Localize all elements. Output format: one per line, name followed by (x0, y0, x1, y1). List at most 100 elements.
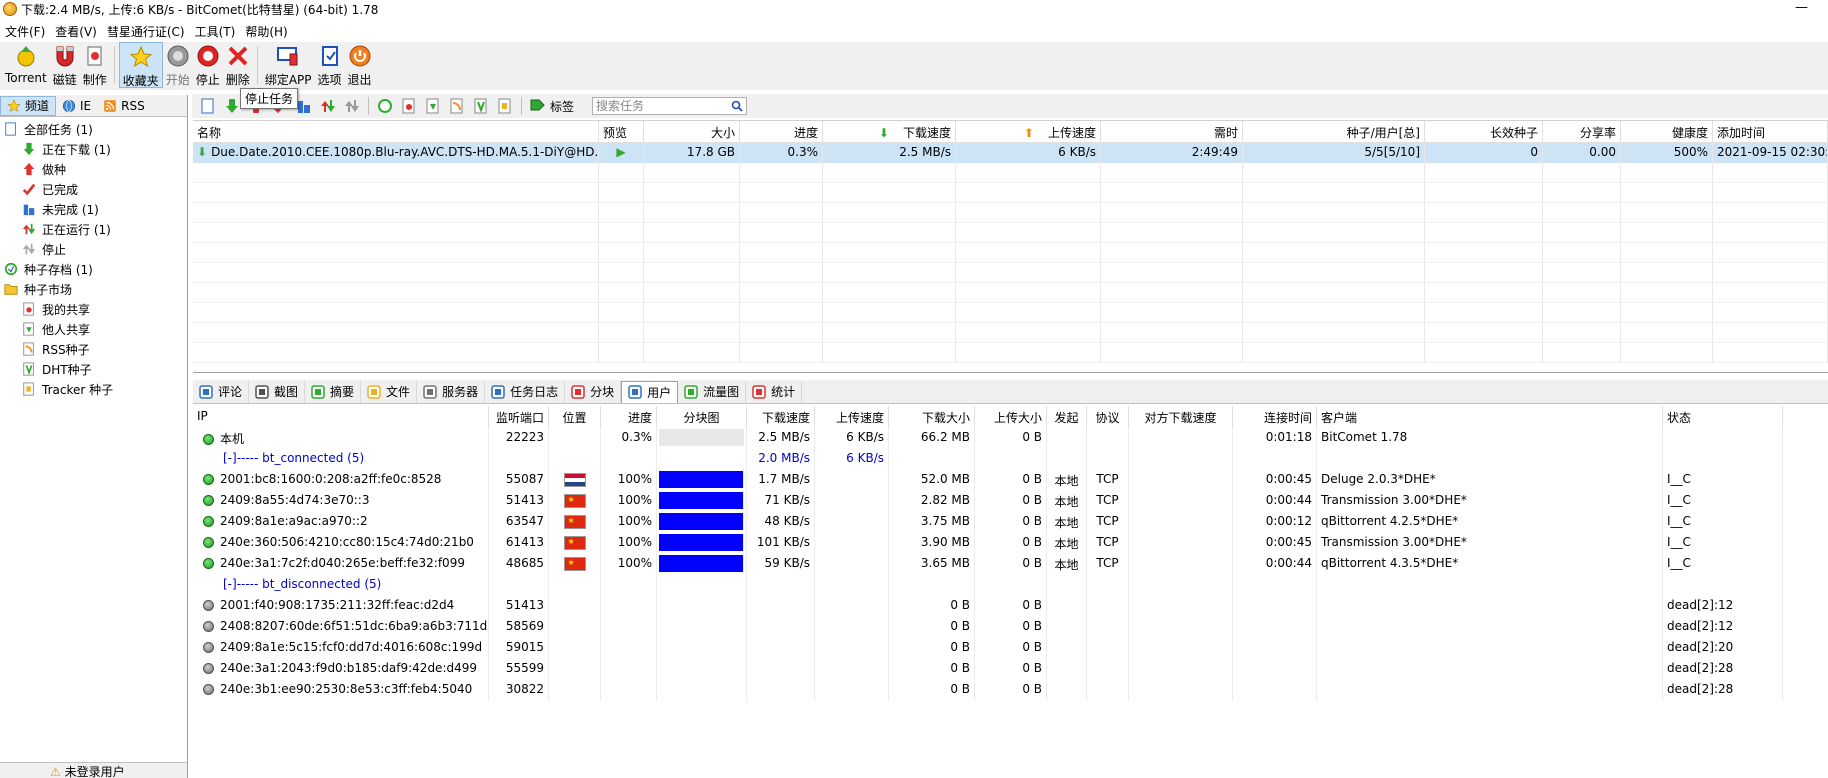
col-long-seeds[interactable]: 长效种子 (1425, 121, 1543, 142)
col-progress[interactable]: 进度 (601, 406, 657, 428)
col-upload-speed[interactable]: ⬆ 上传速度 (956, 121, 1101, 142)
col-usize[interactable]: 上传大小 (975, 406, 1047, 428)
tracker-seed-icon[interactable] (497, 98, 513, 114)
archive-icon[interactable] (377, 98, 393, 114)
login-status[interactable]: ⚠ 未登录用户 (0, 762, 187, 778)
col-preview[interactable]: 预览 (599, 121, 644, 142)
col-download-speed[interactable]: ⬇ 下载速度 (823, 121, 956, 142)
bind-app-button[interactable]: 绑定APP (262, 42, 315, 88)
peer-row[interactable]: 240e:3a1:7c2f:d040:265e:beff:fe32:f099 48… (193, 554, 1828, 575)
menu-tools[interactable]: 工具(T) (190, 23, 241, 40)
tree-item[interactable]: 正在运行 (1) (0, 219, 187, 239)
cell-ip[interactable]: [-]----- bt_disconnected (5) (193, 575, 489, 596)
search-icon[interactable] (731, 100, 743, 112)
tree-item[interactable]: 他人共享 (0, 319, 187, 339)
col-health[interactable]: 健康度 (1621, 121, 1713, 142)
tree-item[interactable]: 停止 (0, 239, 187, 259)
tree-item[interactable]: Tracker 种子 (0, 379, 187, 399)
col-dsize[interactable]: 下载大小 (889, 406, 975, 428)
tree-item[interactable]: DHT种子 (0, 359, 187, 379)
col-progress[interactable]: 进度 (740, 121, 823, 142)
stop-button[interactable]: 停止 (193, 42, 223, 88)
col-name[interactable]: 名称 (193, 121, 599, 142)
peer-row[interactable]: 2409:8a1e:5c15:fcf0:dd7d:4016:608c:199d 5… (193, 638, 1828, 659)
minimize-button[interactable]: — (1795, 0, 1808, 15)
tab-channels[interactable]: 频道 (0, 95, 57, 116)
tree-item[interactable]: 全部任务 (1) (0, 119, 187, 139)
menu-file[interactable]: 文件(F) (0, 23, 50, 40)
menu-passport[interactable]: 彗星通行证(C) (102, 23, 190, 40)
col-location[interactable]: 位置 (549, 406, 601, 428)
task-row[interactable]: ⬇ Due.Date.2010.CEE.1080p.Blu-ray.AVC.DTS… (193, 143, 1828, 163)
tree-item[interactable]: 已完成 (0, 179, 187, 199)
rss-seed-icon[interactable] (449, 98, 465, 114)
stopped-icon[interactable] (344, 98, 360, 114)
col-pieces[interactable]: 分块图 (657, 406, 747, 428)
col-share-ratio[interactable]: 分享率 (1543, 121, 1621, 142)
col-seeds-peers[interactable]: 种子/用户[总] (1243, 121, 1425, 142)
peer-row[interactable]: 本机 22223 0.3% 2.5 MB/s 6 KB/s 66.2 MB 0 B 0:01:… (193, 428, 1828, 449)
tab-file[interactable]: 文件 (361, 380, 418, 403)
col-eta[interactable]: 需时 (1101, 121, 1243, 142)
others-share-icon[interactable] (425, 98, 441, 114)
peer-row[interactable]: 2408:8207:60de:6f51:51dc:6ba9:a6b3:711d 5… (193, 617, 1828, 638)
peer-row[interactable]: 240e:3b1:ee90:2530:8e53:c3ff:feb4:5040 30… (193, 680, 1828, 701)
menu-help[interactable]: 帮助(H) (240, 23, 292, 40)
tab-ie[interactable]: IE (56, 96, 97, 116)
tab-users[interactable]: 用户 (621, 380, 679, 403)
favorites-button[interactable]: 收藏夹 (118, 42, 163, 88)
peer-group-row[interactable]: [-]----- bt_disconnected (5) (193, 575, 1828, 596)
menu-view[interactable]: 查看(V) (50, 23, 102, 40)
tree-item[interactable]: 种子存档 (1) (0, 259, 187, 279)
cell-ip[interactable]: [-]----- bt_connected (5) (193, 449, 489, 470)
incomplete-icon[interactable] (296, 98, 312, 114)
start-button[interactable]: 开始 (163, 42, 193, 88)
col-added-time[interactable]: 添加时间 (1713, 121, 1828, 142)
col-up[interactable]: 上传速度 (815, 406, 889, 428)
col-ip[interactable]: IP (193, 406, 489, 428)
peer-row[interactable]: 2409:8a55:4d74:3e70::3 51413 100% 71 KB/s 2.… (193, 491, 1828, 512)
tree-item[interactable]: RSS种子 (0, 339, 187, 359)
tree-item[interactable]: 我的共享 (0, 299, 187, 319)
col-status[interactable]: 状态 (1663, 406, 1783, 428)
peer-row[interactable]: 2409:8a1e:a9ac:a970::2 63547 100% 48 KB/s 3.… (193, 512, 1828, 533)
tab-statistics[interactable]: 统计 (746, 380, 803, 403)
exit-button[interactable]: 退出 (345, 42, 375, 88)
tab-comment[interactable]: 评论 (193, 380, 250, 403)
options-button[interactable]: 选项 (315, 42, 345, 88)
tab-summary[interactable]: 摘要 (305, 380, 362, 403)
peer-row[interactable]: 240e:360:506:4210:cc80:15c4:74d0:21b0 614… (193, 533, 1828, 554)
col-down[interactable]: 下载速度 (747, 406, 815, 428)
peer-row[interactable]: 2001:bc8:1600:0:208:a2ff:fe0c:8528 55087 1… (193, 470, 1828, 491)
my-share-icon[interactable] (401, 98, 417, 114)
delete-button[interactable]: 删除 (223, 42, 253, 88)
dht-seed-icon[interactable] (473, 98, 489, 114)
tree-item[interactable]: 正在下载 (1) (0, 139, 187, 159)
tab-log[interactable]: 任务日志 (485, 380, 566, 403)
tree-item[interactable]: 做种 (0, 159, 187, 179)
col-time[interactable]: 连接时间 (1233, 406, 1317, 428)
tab-traffic-chart[interactable]: 流量图 (678, 380, 747, 403)
col-size[interactable]: 大小 (644, 121, 740, 142)
task-search-box[interactable] (592, 97, 748, 115)
running-icon[interactable] (320, 98, 336, 114)
tab-server[interactable]: 服务器 (417, 380, 486, 403)
col-proto[interactable]: 协议 (1087, 406, 1129, 428)
peer-group-row[interactable]: [-]----- bt_connected (5) 2.0 MB/s 6 KB/s (193, 449, 1828, 470)
tab-screenshot[interactable]: 截图 (249, 380, 306, 403)
torrent-button[interactable]: Torrent (2, 42, 50, 88)
col-port[interactable]: 监听端口 (489, 406, 549, 428)
new-task-icon[interactable] (200, 98, 216, 114)
preview-play-icon[interactable]: ▶ (599, 143, 644, 163)
make-torrent-button[interactable]: 制作 (80, 42, 110, 88)
tree-item[interactable]: 未完成 (1) (0, 199, 187, 219)
col-init[interactable]: 发起 (1047, 406, 1087, 428)
tab-rss[interactable]: RSS (97, 96, 151, 116)
col-client[interactable]: 客户端 (1317, 406, 1663, 428)
tab-pieces[interactable]: 分块 (565, 380, 622, 403)
peer-row[interactable]: 240e:3a1:2043:f9d0:b185:daf9:42de:d499 55… (193, 659, 1828, 680)
tag-button[interactable]: 标签 (530, 98, 574, 115)
peer-row[interactable]: 2001:f40:908:1735:211:32ff:feac:d2d4 5141… (193, 596, 1828, 617)
magnet-button[interactable]: 磁链 (50, 42, 80, 88)
tree-item[interactable]: 种子市场 (0, 279, 187, 299)
